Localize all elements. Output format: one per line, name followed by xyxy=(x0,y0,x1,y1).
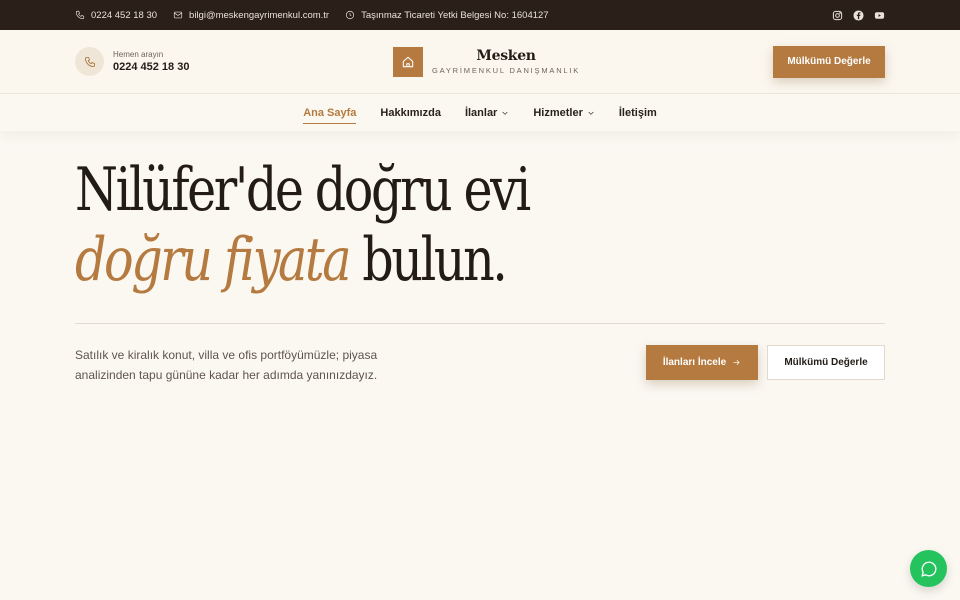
logo-mark xyxy=(393,47,423,77)
browse-listings-label: İlanları İncele xyxy=(662,357,727,368)
phone-icon xyxy=(84,56,95,67)
site-header: Hemen arayın 0224 452 18 30 Mesken GAYRİ… xyxy=(0,30,960,94)
house-icon xyxy=(402,56,414,68)
nav-item-label: Hakkımızda xyxy=(380,106,441,119)
site-logo[interactable]: Mesken GAYRİMENKUL DANIŞMANLIK xyxy=(393,47,580,77)
call-number[interactable]: 0224 452 18 30 xyxy=(113,61,189,73)
social-links xyxy=(832,9,885,21)
nav-item-listings[interactable]: İlanlar xyxy=(465,94,509,131)
nav-item-home[interactable]: Ana Sayfa xyxy=(303,94,357,131)
value-my-property-button[interactable]: Mülkümü Değerle xyxy=(767,345,885,380)
hero-heading-block: Nilüfer'de doğru evi doğru fiyata bulun. xyxy=(75,155,628,295)
facebook-icon[interactable] xyxy=(853,9,864,21)
logo-text: Mesken GAYRİMENKUL DANIŞMANLIK xyxy=(432,48,581,76)
call-text: Hemen arayın 0224 452 18 30 xyxy=(113,50,189,73)
nav-item-contact[interactable]: İletişim xyxy=(619,94,657,131)
hero-divider xyxy=(75,323,885,324)
topbar-phone[interactable]: 0224 452 18 30 xyxy=(75,10,157,21)
topbar-license: Taşınmaz Ticareti Yetki Belgesi No: 1604… xyxy=(345,9,549,21)
phone-icon xyxy=(75,10,85,20)
arrow-right-icon xyxy=(733,360,740,365)
hero-line-2: bulun. xyxy=(349,225,508,295)
hero-description: Satılık ve kiralık konut, villa ve ofis … xyxy=(75,348,378,382)
call-label: Hemen arayın xyxy=(113,50,164,59)
topbar-phone-text: 0224 452 18 30 xyxy=(91,9,158,21)
mail-icon xyxy=(173,11,183,19)
nav-item-label: İlanlar xyxy=(464,106,498,119)
call-block[interactable]: Hemen arayın 0224 452 18 30 xyxy=(75,47,189,76)
chevron-down-icon xyxy=(502,111,508,115)
hero-line-1: Nilüfer'de doğru evi xyxy=(75,155,531,225)
nav-item-label: Hizmetler xyxy=(533,106,583,119)
hero-accent: doğru fiyata xyxy=(75,225,352,295)
top-bar: 0224 452 18 30 bilgi@meskengayrimenkul.c… xyxy=(0,0,960,30)
contact-info: 0224 452 18 30 bilgi@meskengayrimenkul.c… xyxy=(75,10,549,21)
logo-tagline: GAYRİMENKUL DANIŞMANLIK xyxy=(432,66,581,75)
instagram-icon[interactable] xyxy=(832,10,843,21)
nav-item-about[interactable]: Hakkımızda xyxy=(380,94,441,131)
whatsapp-chat-button[interactable] xyxy=(910,550,947,587)
clock-icon xyxy=(346,10,355,20)
nav-item-label: Ana Sayfa xyxy=(303,106,357,119)
value-property-button[interactable]: Mülkümü Değerle xyxy=(773,45,885,78)
chat-bubble-icon xyxy=(920,561,936,577)
topbar-license-text: Taşınmaz Ticareti Yetki Belgesi No: 1604… xyxy=(361,9,549,21)
topbar-email[interactable]: bilgi@meskengayrimenkul.com.tr xyxy=(173,10,329,21)
main-nav: Ana Sayfa Hakkımızda İlanlar Hizmetler İ… xyxy=(0,94,960,131)
youtube-icon[interactable] xyxy=(874,10,885,21)
hero-heading: Nilüfer'de doğru evi doğru fiyata bulun. xyxy=(75,155,531,295)
topbar-email-text: bilgi@meskengayrimenkul.com.tr xyxy=(189,9,330,21)
logo-name: Mesken xyxy=(476,48,536,64)
browse-listings-button[interactable]: İlanları İncele xyxy=(646,345,758,380)
chevron-down-icon xyxy=(588,111,594,115)
nav-item-services[interactable]: Hizmetler xyxy=(533,94,595,131)
phone-circle xyxy=(75,47,104,76)
nav-item-label: İletişim xyxy=(618,106,657,119)
